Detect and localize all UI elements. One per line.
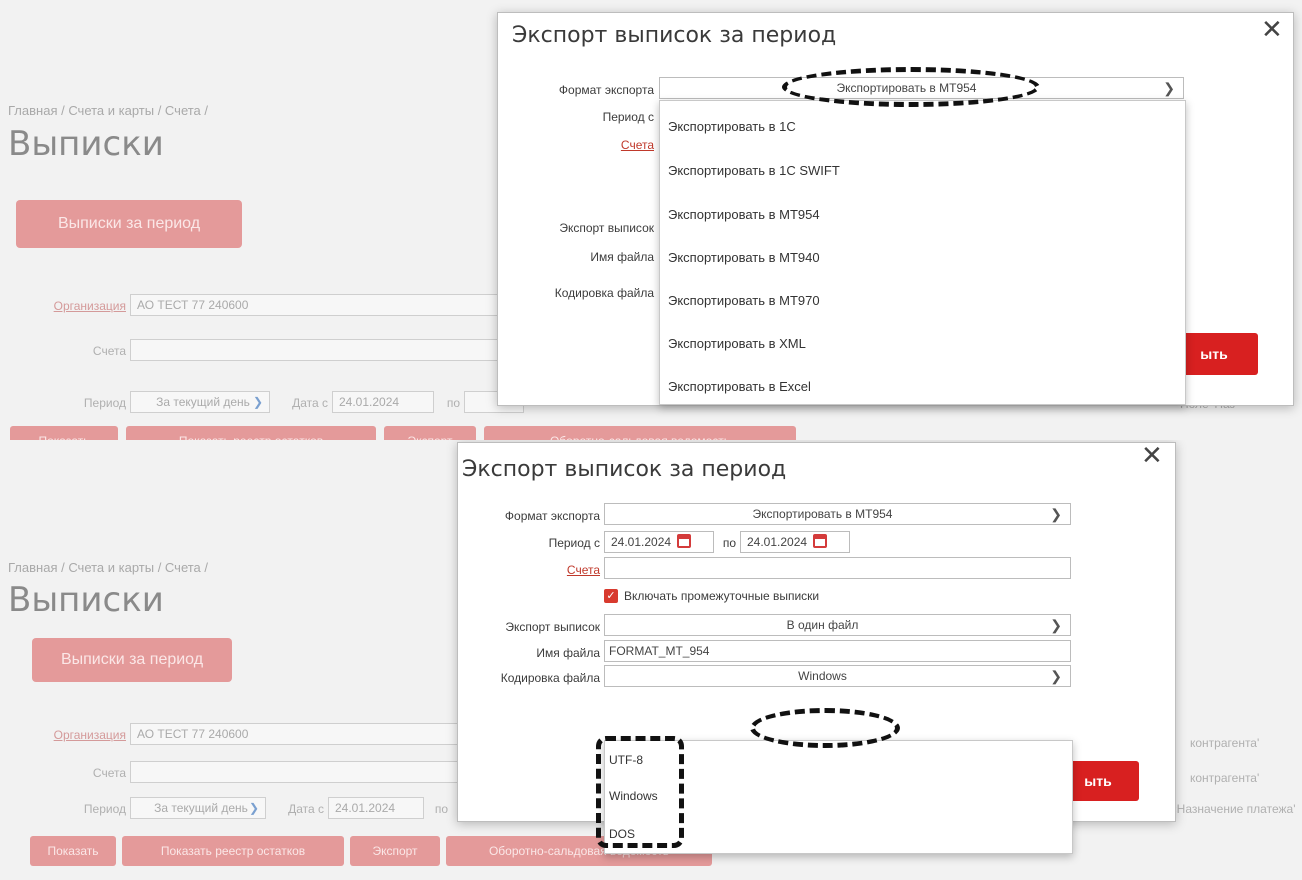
export-modal: Экспорт выписок за период ✕ Формат экспо…	[457, 442, 1176, 854]
highlight-oval	[750, 708, 900, 748]
format-option[interactable]: Экспортировать в 1С SWIFT	[668, 163, 840, 178]
calendar-icon[interactable]	[813, 534, 828, 548]
accounts-label: Счета	[92, 766, 126, 780]
export-button[interactable]: Экспорт	[350, 836, 440, 866]
encoding-select-value: Windows	[798, 669, 847, 683]
close-icon[interactable]: ✕	[1261, 17, 1283, 43]
period-to-field[interactable]: 24.01.2024	[740, 531, 850, 553]
include-intermediate-checkbox[interactable]: ✓	[604, 589, 618, 603]
calendar-icon[interactable]	[677, 534, 692, 548]
organization-field[interactable]: АО ТЕСТ 77 240600	[130, 294, 510, 316]
page-title: Выписки	[8, 580, 164, 620]
format-dropdown-list: Экспортировать в 1С Экспортировать в 1С …	[659, 100, 1186, 405]
chevron-down-icon: ❯	[248, 801, 259, 815]
accounts-label: Счета	[92, 344, 126, 358]
chevron-down-icon: ❯	[1050, 506, 1062, 522]
format-label: Формат экспорта	[558, 83, 654, 97]
organization-label[interactable]: Организация	[14, 299, 126, 313]
format-option[interactable]: Экспортировать в XML	[668, 336, 806, 351]
statements-period-button[interactable]: Выписки за период	[16, 200, 242, 248]
accounts-link[interactable]: Счета	[498, 138, 654, 152]
format-select-value: Экспортировать в MT954	[752, 507, 893, 521]
period-label: Период	[83, 802, 126, 816]
chevron-down-icon: ❯	[1050, 617, 1062, 633]
action-bar: Показать Показать реестр остатков Экспор…	[10, 426, 810, 440]
organization-label[interactable]: Организация	[14, 728, 126, 742]
turnover-button[interactable]: Оборотно-сальдовая ведомость	[484, 426, 796, 440]
format-label: Формат экспорта	[504, 509, 600, 523]
chevron-down-icon: ❯	[1163, 80, 1175, 96]
export-mode-select[interactable]: В один файл ❯	[604, 614, 1071, 636]
date-from-field[interactable]: 24.01.2024	[332, 391, 434, 413]
period-to-value: 24.01.2024	[747, 535, 808, 549]
breadcrumb[interactable]: Главная / Счета и карты / Счета /	[8, 103, 208, 118]
show-button[interactable]: Показать	[10, 426, 118, 440]
breadcrumb[interactable]: Главная / Счета и карты / Счета /	[8, 560, 208, 575]
period-select-value: За текущий день	[154, 801, 248, 815]
period-select-value: За текущий день	[156, 395, 250, 409]
page-title: Выписки	[8, 124, 164, 164]
encoding-label: Кодировка файла	[500, 671, 600, 685]
date-from-label: Дата с	[292, 396, 328, 410]
accounts-field[interactable]	[130, 339, 510, 361]
date-from-field[interactable]: 24.01.2024	[328, 797, 424, 819]
accounts-field[interactable]	[130, 761, 460, 783]
statements-period-button[interactable]: Выписки за период	[32, 638, 232, 682]
period-to-label: по	[722, 536, 736, 550]
chevron-down-icon: ❯	[252, 395, 263, 409]
export-mode-label: Экспорт выписок	[559, 221, 654, 235]
accounts-link[interactable]: Счета	[458, 563, 600, 577]
format-option[interactable]: Экспортировать в МТ954	[668, 207, 820, 222]
show-button[interactable]: Показать	[30, 836, 116, 866]
date-to-label: по	[434, 802, 448, 816]
encoding-select[interactable]: Windows ❯	[604, 665, 1071, 687]
period-from-label: Период с	[548, 536, 600, 550]
modal-title: Экспорт выписок за период	[462, 457, 787, 482]
format-option[interactable]: Экспортировать в Excel	[668, 379, 811, 394]
close-icon[interactable]: ✕	[1141, 443, 1163, 469]
period-select[interactable]: За текущий день ❯	[130, 391, 270, 413]
period-from-label: Период с	[602, 110, 654, 124]
date-from-label: Дата с	[288, 802, 324, 816]
export-mode-label: Экспорт выписок	[505, 620, 600, 634]
contractor-inn-text: контрагента'	[1190, 736, 1260, 750]
export-button[interactable]: Экспорт	[384, 426, 476, 440]
screenshot-panel-format-dropdown: Главная / Счета и карты / Счета / Выписк…	[0, 0, 1302, 440]
period-from-field[interactable]: 24.01.2024	[604, 531, 714, 553]
format-select[interactable]: Экспортировать в MT954 ❯	[604, 503, 1071, 525]
show-registry-button[interactable]: Показать реестр остатков	[122, 836, 344, 866]
include-intermediate-label: Включать промежуточные выписки	[624, 589, 820, 603]
format-option[interactable]: Экспортировать в 1С	[668, 119, 796, 134]
export-mode-value: В один файл	[786, 618, 859, 632]
date-to-label: по	[446, 396, 460, 410]
organization-field[interactable]: АО ТЕСТ 77 240600	[130, 723, 460, 745]
period-from-value: 24.01.2024	[611, 535, 672, 549]
period-select[interactable]: За текущий день ❯	[130, 797, 266, 819]
filename-label: Имя файла	[590, 250, 654, 264]
format-option[interactable]: Экспортировать в МТ940	[668, 250, 820, 265]
format-option[interactable]: Экспортировать в МТ970	[668, 293, 820, 308]
encoding-label: Кодировка файла	[554, 286, 654, 300]
highlight-rect	[596, 736, 684, 848]
accounts-field[interactable]	[604, 557, 1071, 579]
payment-purpose-text: «Назначение платежа'	[1170, 802, 1296, 816]
contractor-text: контрагента'	[1190, 771, 1260, 785]
filename-label: Имя файла	[536, 646, 600, 660]
filename-field[interactable]: FORMAT_MT_954	[604, 640, 1071, 662]
screenshot-panel-encoding-dropdown: Главная / Счета и карты / Счета / Выписк…	[0, 440, 1302, 880]
show-registry-button[interactable]: Показать реестр остатков	[126, 426, 376, 440]
highlight-oval	[782, 67, 1040, 107]
modal-title: Экспорт выписок за период	[512, 23, 837, 48]
chevron-down-icon: ❯	[1050, 668, 1062, 684]
period-label: Период	[83, 396, 126, 410]
